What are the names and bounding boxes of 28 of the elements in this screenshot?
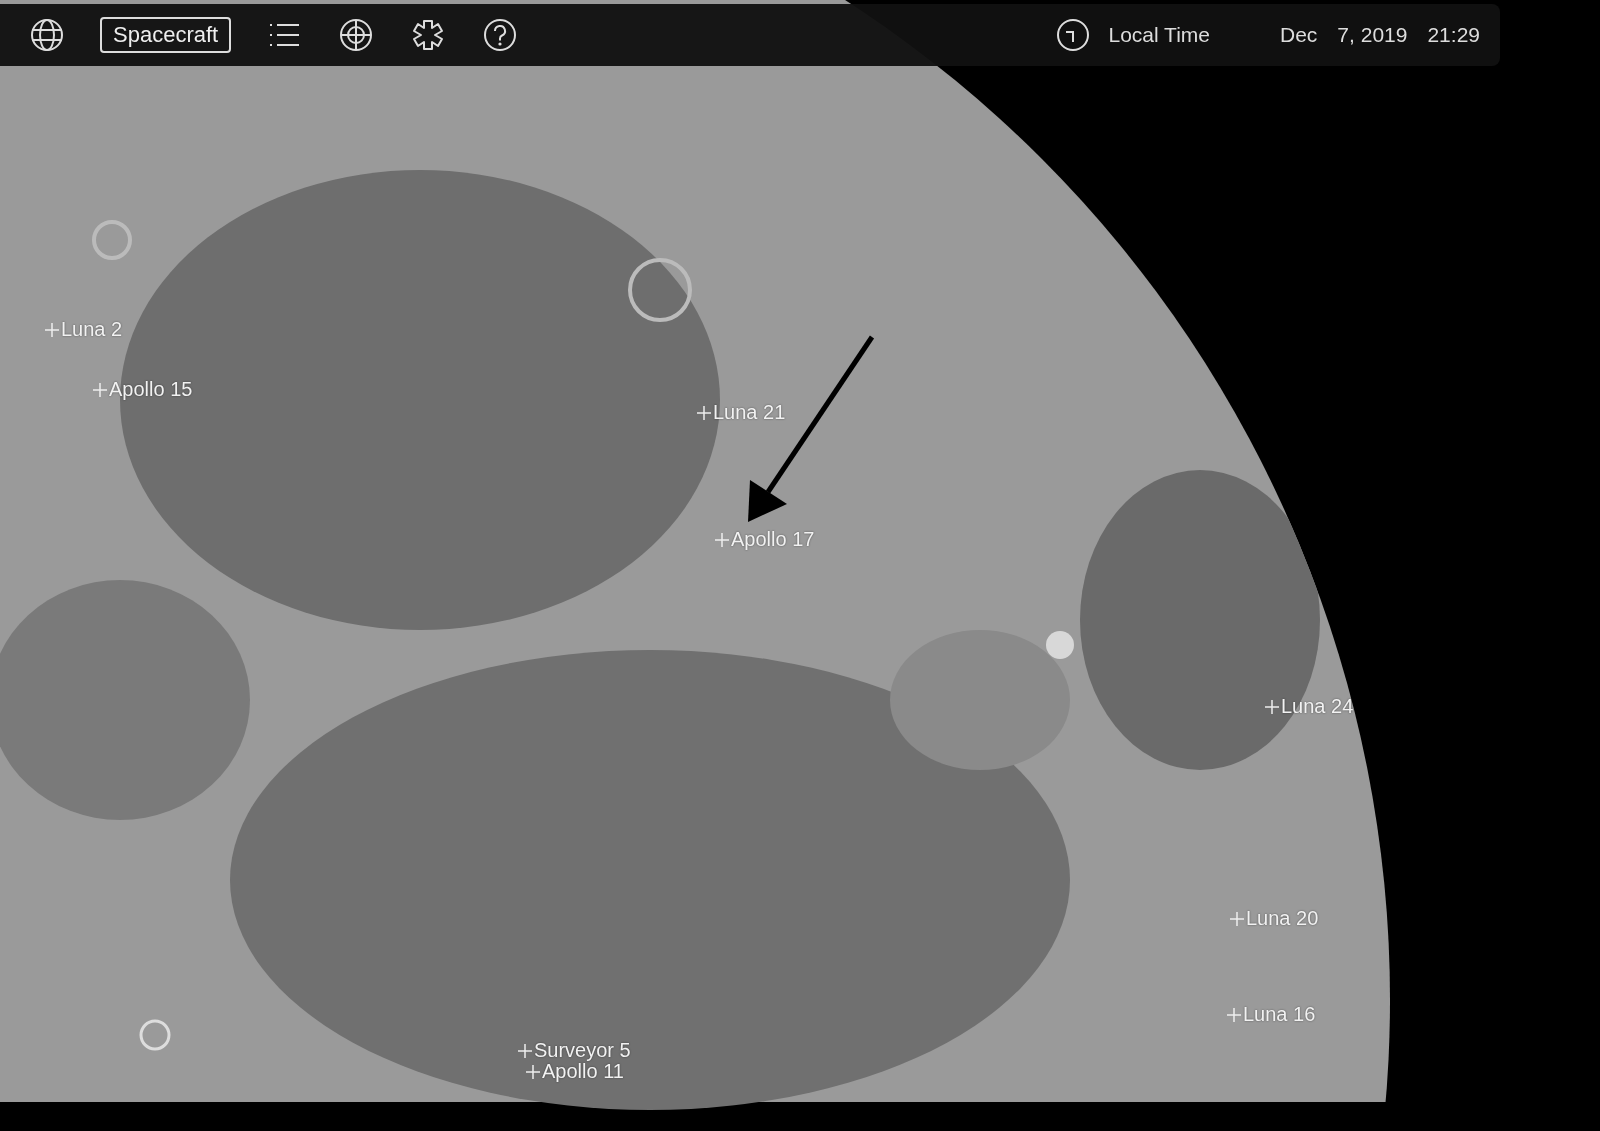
star-outline-icon[interactable] <box>411 18 446 52</box>
plus-marker-icon[interactable] <box>1265 699 1279 714</box>
landing-site-label[interactable]: Luna 20 <box>1246 907 1319 930</box>
plus-marker-icon[interactable] <box>45 322 59 337</box>
time-value[interactable]: 21:29 <box>1427 23 1480 47</box>
clock-icon[interactable] <box>1056 18 1091 52</box>
plus-marker-icon[interactable] <box>715 532 729 547</box>
landing-site-label[interactable]: Luna 21 <box>713 401 786 424</box>
plus-marker-icon[interactable] <box>526 1064 540 1079</box>
landing-site-label[interactable]: Luna 24 <box>1281 695 1354 718</box>
plus-marker-icon[interactable] <box>697 405 711 420</box>
help-icon[interactable] <box>483 18 518 52</box>
plus-marker-icon[interactable] <box>93 382 107 397</box>
landing-site-label[interactable]: Luna 2 <box>61 318 123 341</box>
plus-marker-icon[interactable] <box>1227 1007 1241 1022</box>
time-mode-label[interactable]: Local Time <box>1108 23 1210 47</box>
spacecraft-button[interactable]: Spacecraft <box>100 17 232 53</box>
landing-site-label[interactable]: Surveyor 5 <box>534 1039 631 1062</box>
landing-site-label[interactable]: Apollo 17 <box>731 528 815 551</box>
plus-marker-icon[interactable] <box>518 1043 532 1058</box>
globe-icon[interactable] <box>30 18 64 52</box>
date-day-year[interactable]: 7, 2019 <box>1337 23 1408 47</box>
landing-site-label[interactable]: Apollo 11 <box>542 1060 624 1083</box>
plus-marker-icon[interactable] <box>1230 911 1244 926</box>
crosshair-icon[interactable] <box>339 18 374 52</box>
landing-site-label[interactable]: Luna 16 <box>1243 1003 1316 1026</box>
landing-site-label[interactable]: Apollo 15 <box>109 378 193 401</box>
date-month[interactable]: Dec <box>1280 23 1318 47</box>
